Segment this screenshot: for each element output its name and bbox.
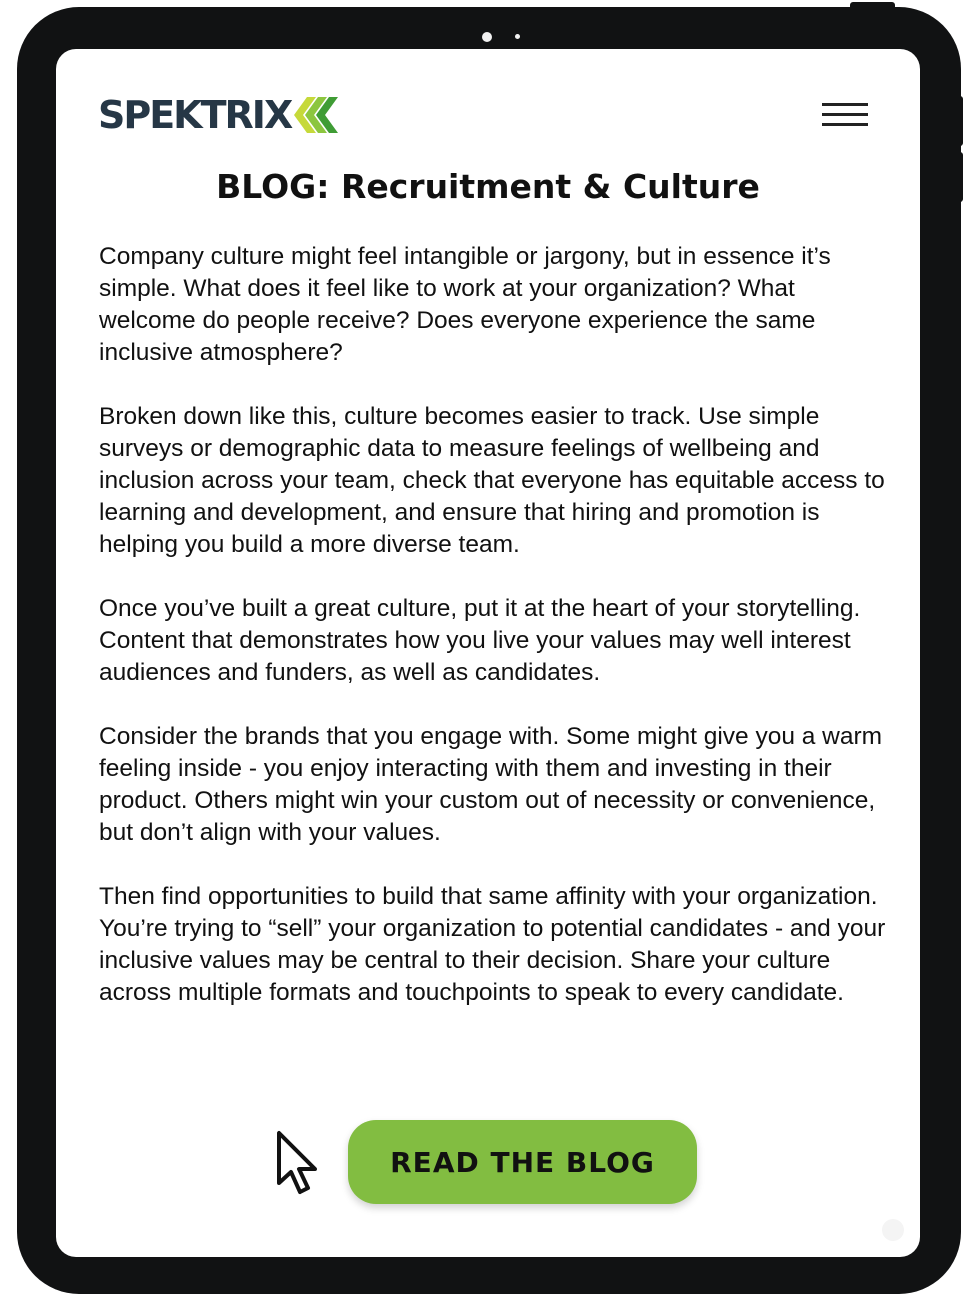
article-paragraph: Once you’ve built a great culture, put i… [99, 595, 861, 686]
page: SPEKTRIX BLOG: Recruitment & Culture Com… [0, 0, 965, 1294]
brand-logo[interactable]: SPEKTRIX [98, 93, 339, 137]
camera-dot [482, 32, 492, 42]
menu-bar-bottom [822, 123, 868, 126]
sensor-dot [515, 34, 520, 39]
article-paragraph: Then find opportunities to build that sa… [99, 883, 886, 1006]
menu-bar-middle [822, 113, 868, 116]
tablet-screen: SPEKTRIX BLOG: Recruitment & Culture Com… [56, 49, 920, 1257]
article-paragraph: Broken down like this, culture becomes e… [99, 403, 885, 558]
article-paragraph: Consider the brands that you engage with… [99, 723, 883, 846]
article-paragraph: Company culture might feel intangible or… [99, 243, 831, 366]
corner-mark [882, 1219, 904, 1241]
mouse-pointer-icon [277, 1131, 317, 1194]
triple-chevron-left-icon [294, 97, 339, 133]
article-body: Company culture might feel intangible or… [99, 241, 889, 1041]
page-title: BLOG: Recruitment & Culture [216, 167, 760, 206]
brand-name: SPEKTRIX [98, 93, 293, 137]
menu-bar-top [822, 103, 868, 106]
hamburger-menu-icon[interactable] [818, 97, 870, 133]
read-the-blog-button[interactable]: READ THE BLOG [348, 1120, 697, 1204]
